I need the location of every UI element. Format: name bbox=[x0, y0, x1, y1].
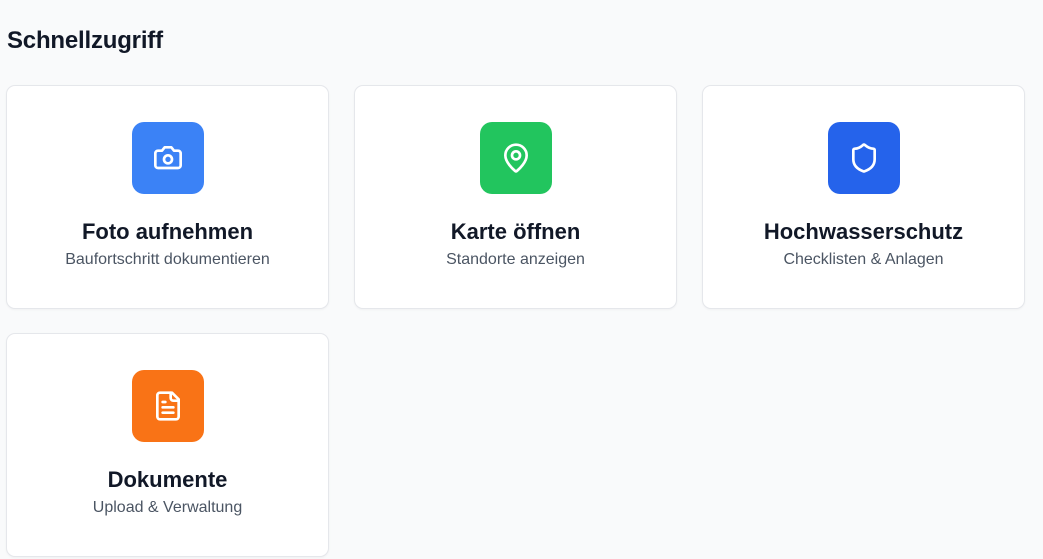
card-title: Hochwasserschutz bbox=[763, 219, 964, 244]
card-subtitle: Standorte anzeigen bbox=[446, 251, 585, 268]
card-subtitle: Upload & Verwaltung bbox=[92, 499, 243, 516]
card-dokumente[interactable]: Dokumente Upload & Verwaltung bbox=[6, 333, 329, 557]
quick-access-grid: Foto aufnehmen Baufortschritt dokumentie… bbox=[6, 85, 1025, 557]
card-karte-oeffnen[interactable]: Karte öffnen Standorte anzeigen bbox=[354, 85, 677, 309]
card-title: Dokumente bbox=[107, 467, 228, 492]
map-pin-icon bbox=[503, 143, 528, 173]
quick-access-page: Schnellzugriff Foto aufnehmen Baufortsch… bbox=[0, 0, 1043, 559]
document-icon bbox=[155, 391, 180, 421]
shield-icon bbox=[851, 143, 876, 173]
camera-icon bbox=[153, 146, 182, 170]
shield-icon-box bbox=[827, 122, 900, 194]
card-title: Karte öffnen bbox=[450, 219, 581, 244]
document-icon-box bbox=[131, 370, 204, 442]
section-title: Schnellzugriff bbox=[7, 27, 163, 54]
card-title: Foto aufnehmen bbox=[81, 219, 254, 244]
card-subtitle: Baufortschritt dokumentieren bbox=[65, 251, 270, 268]
card-foto-aufnehmen[interactable]: Foto aufnehmen Baufortschritt dokumentie… bbox=[6, 85, 329, 309]
card-subtitle: Checklisten & Anlagen bbox=[783, 251, 944, 268]
map-pin-icon-box bbox=[479, 122, 552, 194]
camera-icon-box bbox=[131, 122, 204, 194]
card-hochwasserschutz[interactable]: Hochwasserschutz Checklisten & Anlagen bbox=[702, 85, 1025, 309]
